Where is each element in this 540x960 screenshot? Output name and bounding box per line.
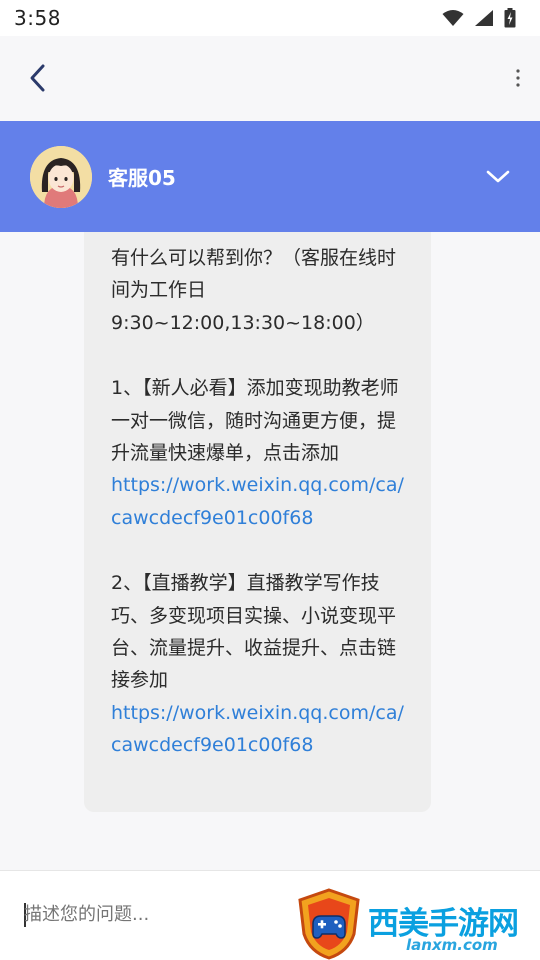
gamepad-shield-icon <box>298 888 360 960</box>
message-item-1: 1、【新人必看】添加变现助教老师一对一微信，随时沟通更方便，提升流量快速爆单，点… <box>111 377 399 465</box>
agent-avatar <box>30 145 92 208</box>
status-bar: 3:58 <box>0 0 540 36</box>
chat-area[interactable]: 有什么可以帮到你？（客服在线时间为工作日9:30~12:00,13:30~18:… <box>0 232 540 870</box>
agent-name: 客服05 <box>108 166 176 190</box>
chevron-left-icon[interactable] <box>28 63 48 93</box>
message-item-2: 2、【直播教学】直播教学写作技巧、多变现项目实操、小说变现平台、流量提升、收益提… <box>111 572 397 692</box>
more-vertical-icon[interactable] <box>514 67 522 89</box>
wifi-icon <box>442 10 464 26</box>
signal-icon <box>475 10 493 26</box>
message-intro: 有什么可以帮到你？（客服在线时间为工作日9:30~12:00,13:30~18:… <box>111 247 397 334</box>
top-nav <box>0 36 540 120</box>
message-link-1[interactable]: https://work.weixin.qq.com/ca/cawcdecf9e… <box>111 469 409 534</box>
agent-header: 客服05 <box>0 121 540 232</box>
battery-icon <box>504 8 516 28</box>
message-link-2[interactable]: https://work.weixin.qq.com/ca/cawcdecf9e… <box>111 697 409 762</box>
message-input[interactable] <box>24 897 284 931</box>
system-icons <box>442 8 516 28</box>
watermark-sub: lanxm.com <box>406 936 498 954</box>
chevron-down-icon[interactable] <box>486 170 510 184</box>
message-bubble: 有什么可以帮到你？（客服在线时间为工作日9:30~12:00,13:30~18:… <box>84 232 431 812</box>
status-time: 3:58 <box>14 6 61 30</box>
watermark: 西美手游网 lanxm.com <box>296 882 540 960</box>
